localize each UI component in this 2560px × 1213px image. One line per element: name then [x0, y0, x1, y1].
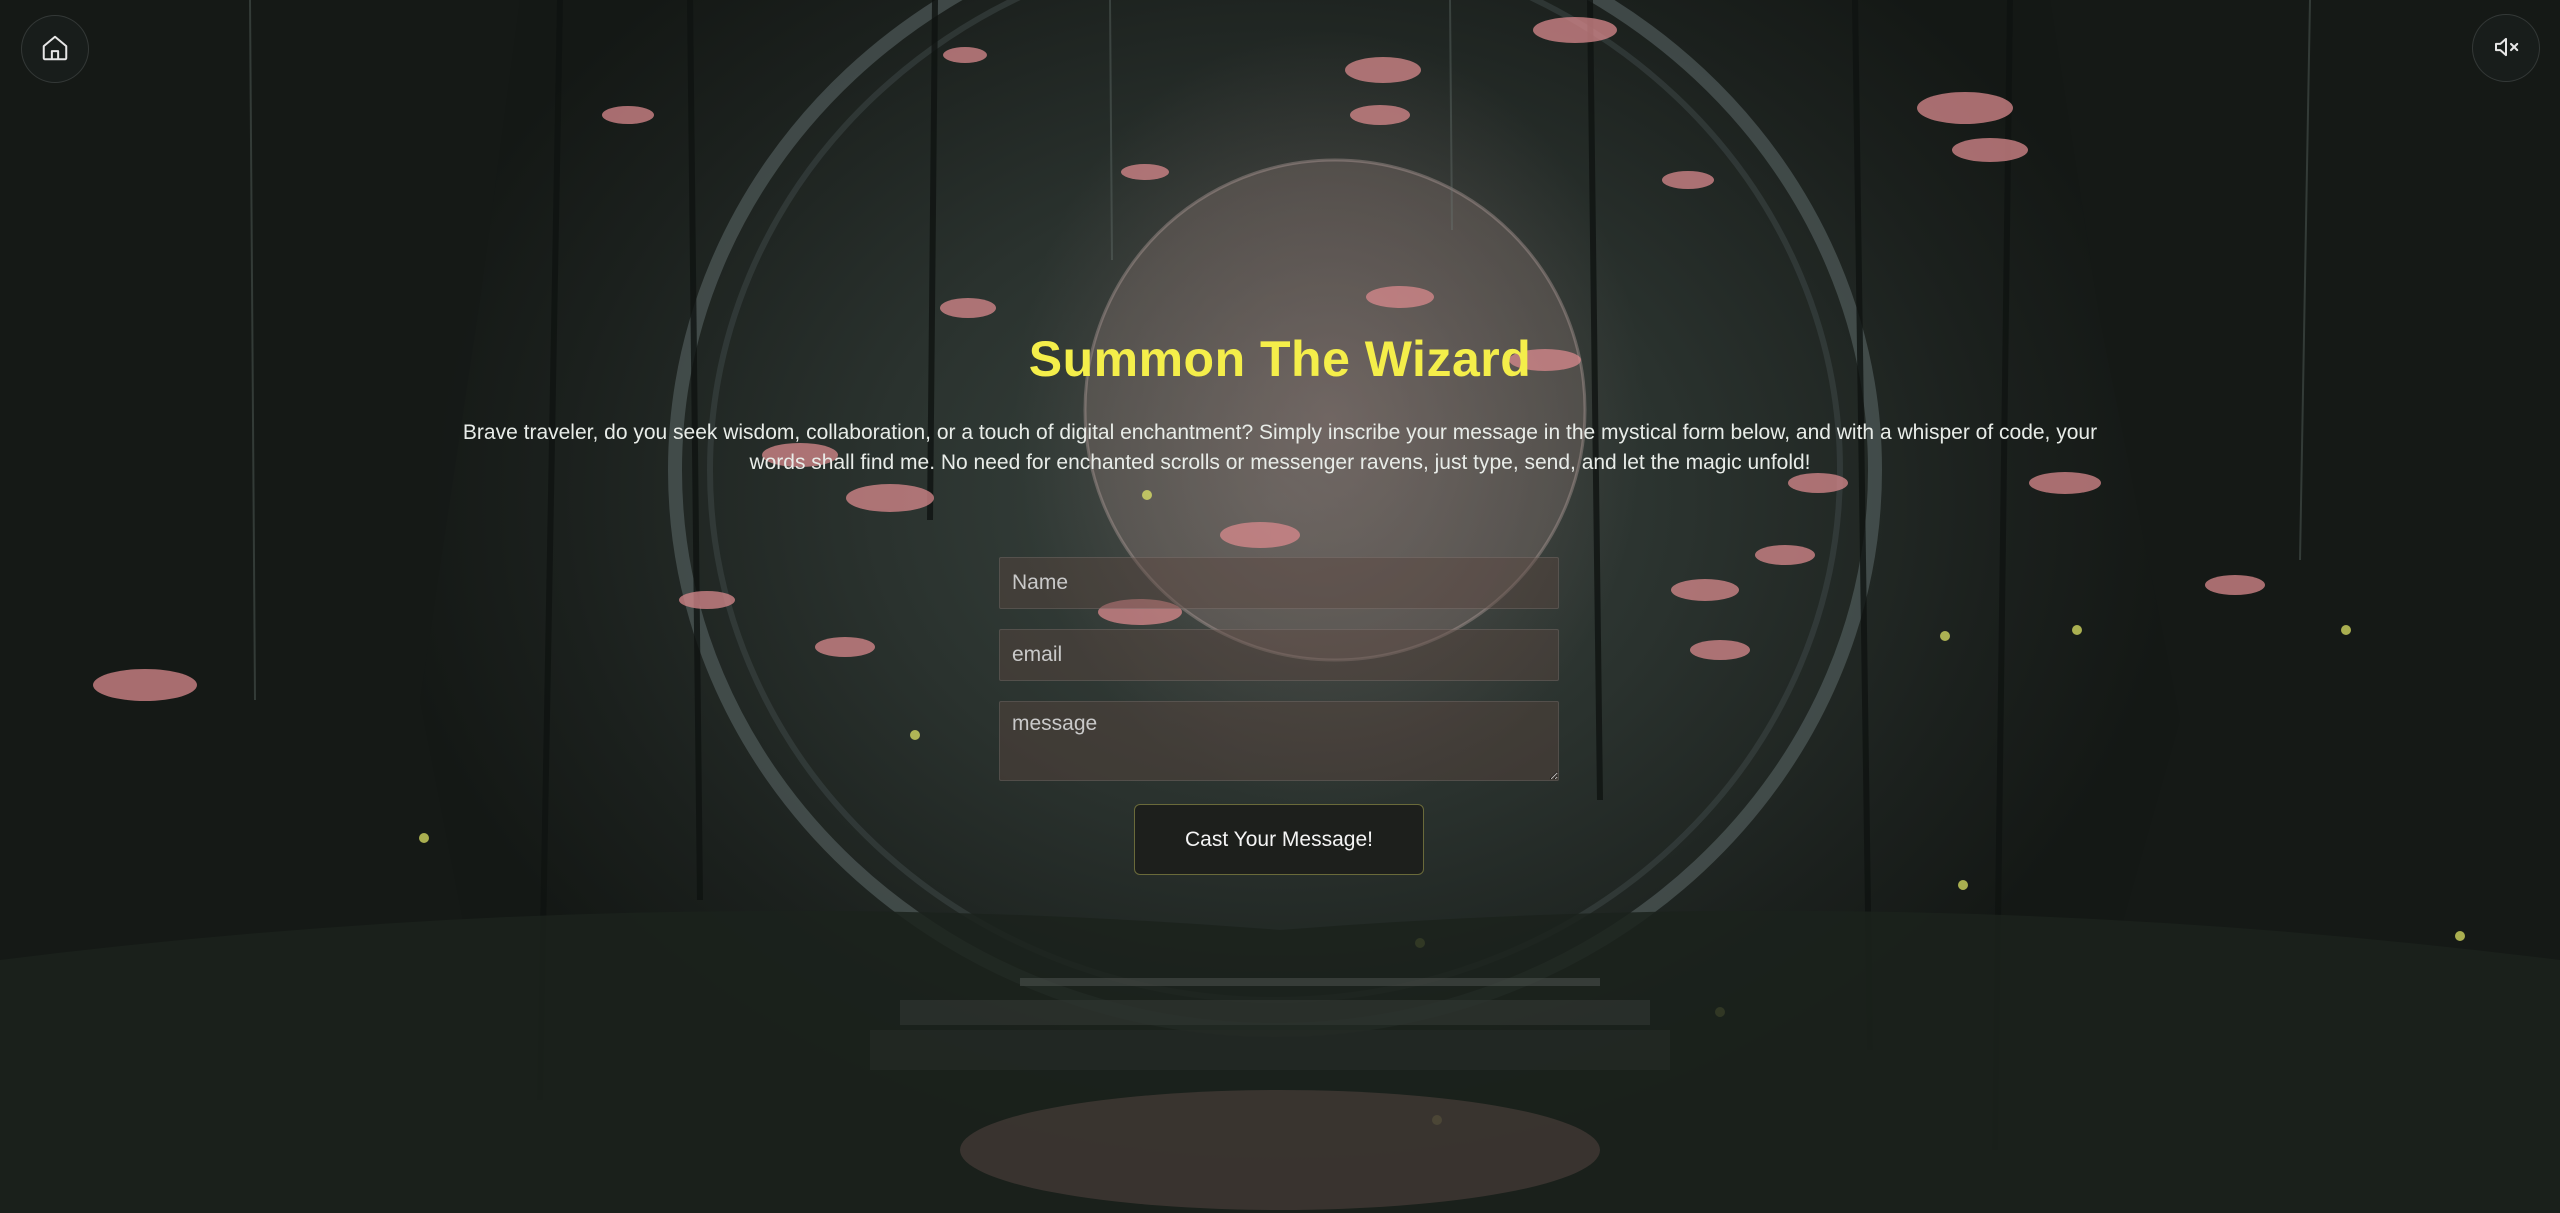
speaker-muted-icon [2491, 32, 2521, 65]
cast-message-button[interactable]: Cast Your Message! [1134, 804, 1424, 875]
contact-form [999, 557, 1559, 801]
home-icon [40, 33, 70, 66]
page-title: Summon The Wizard [1028, 331, 1532, 387]
mute-button[interactable] [2472, 14, 2540, 82]
email-input[interactable] [999, 629, 1559, 681]
home-button[interactable] [21, 15, 89, 83]
name-input[interactable] [999, 557, 1559, 609]
message-input[interactable] [999, 701, 1559, 781]
intro-text: Brave traveler, do you seek wisdom, coll… [462, 421, 2098, 474]
